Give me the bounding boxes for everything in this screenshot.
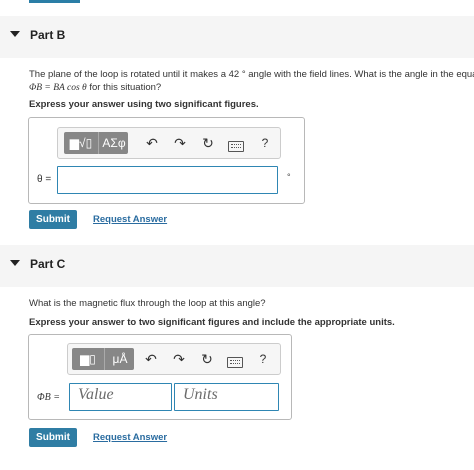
redo-icon[interactable]: ↷ [168,348,190,370]
part-c-submit-button[interactable]: Submit [29,428,77,447]
part-b-question-line1: The plane of the loop is rotated until i… [29,69,474,80]
part-b-title: Part B [30,28,66,42]
symbols-button[interactable]: ΑΣφ [98,132,129,154]
value-input[interactable]: Value [69,383,172,411]
theta-answer-input[interactable] [57,166,278,194]
units-button[interactable]: μÅ [104,348,135,370]
undo-icon[interactable]: ↶ [140,348,162,370]
templates-button[interactable]: ▆√▯ [64,132,98,154]
toolbar-button-group: ▆▯ μÅ [72,348,134,370]
redo-icon[interactable]: ↷ [169,132,191,154]
theta-label: θ = [37,174,52,185]
question-suffix: for this situation? [89,82,162,93]
flux-label: ΦB = [37,392,60,403]
part-c-answer-box: ▆▯ μÅ ↶ ↷ ↻ ? ΦB = Value Units [28,334,292,420]
part-c-request-answer-link[interactable]: Request Answer [93,432,167,443]
part-c-math-toolbar: ▆▯ μÅ ↶ ↷ ↻ ? [67,343,281,375]
part-c-title: Part C [30,257,66,271]
part-b-question-line2: ΦB = BA cos θ for this situation? [29,82,161,93]
degree-unit: ° [287,172,291,182]
keyboard-icon[interactable] [228,141,244,152]
part-b-header[interactable]: Part B [0,16,474,58]
templates-button[interactable]: ▆▯ [72,348,104,370]
collapse-triangle-icon[interactable] [10,260,20,266]
part-b-submit-button[interactable]: Submit [29,210,77,229]
reset-icon[interactable]: ↻ [196,348,218,370]
units-placeholder: Units [183,386,218,403]
help-icon[interactable]: ? [254,132,276,154]
reset-icon[interactable]: ↻ [197,132,219,154]
value-placeholder: Value [78,386,114,403]
part-b-answer-box: ▆√▯ ΑΣφ ↶ ↷ ↻ ? θ = ° [28,117,305,204]
part-b-math-toolbar: ▆√▯ ΑΣφ ↶ ↷ ↻ ? [57,127,281,159]
part-c-header[interactable]: Part C [0,245,474,287]
collapse-triangle-icon[interactable] [10,31,20,37]
keyboard-icon[interactable] [227,357,243,368]
part-b-instruction: Express your answer using two significan… [29,99,259,110]
undo-icon[interactable]: ↶ [141,132,163,154]
part-c-instruction: Express your answer to two significant f… [29,317,395,328]
part-b-request-answer-link[interactable]: Request Answer [93,214,167,225]
units-input[interactable]: Units [174,383,279,411]
flux-equation: ΦB = BA cos θ [29,83,87,93]
toolbar-button-group: ▆√▯ ΑΣφ [64,132,128,154]
part-c-question: What is the magnetic flux through the lo… [29,298,266,309]
top-accent-bar [29,0,80,3]
help-icon[interactable]: ? [252,348,274,370]
